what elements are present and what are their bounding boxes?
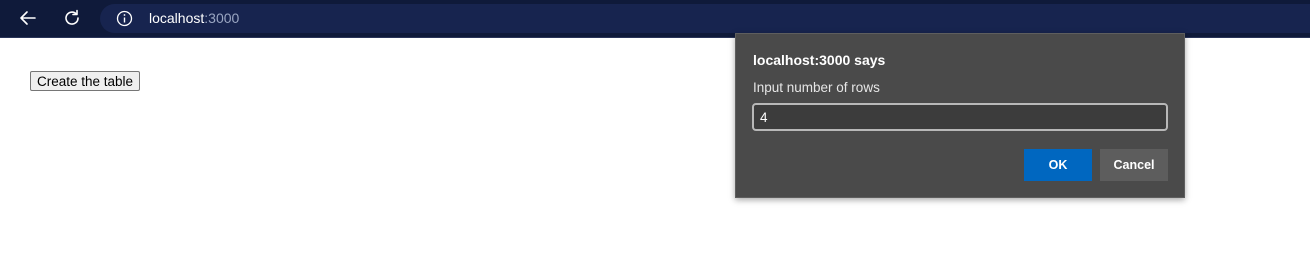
address-bar[interactable]: localhost:3000 [100, 4, 1310, 33]
ok-button[interactable]: OK [1024, 149, 1092, 181]
create-table-button[interactable]: Create the table [30, 71, 141, 91]
reload-icon [65, 9, 79, 25]
url-text[interactable]: localhost:3000 [149, 10, 239, 27]
arrow-left-icon [20, 11, 36, 25]
url-host: localhost [149, 10, 205, 26]
info-icon [116, 10, 133, 27]
url-port: :3000 [204, 10, 240, 26]
back-button[interactable] [13, 4, 43, 32]
prompt-dialog: localhost:3000 says Input number of rows… [735, 33, 1185, 198]
dialog-message: Input number of rows [753, 80, 880, 95]
site-info-button[interactable] [116, 10, 133, 27]
reload-button[interactable] [57, 4, 87, 32]
rows-input[interactable] [752, 103, 1168, 131]
cancel-button[interactable]: Cancel [1100, 149, 1168, 181]
dialog-title: localhost:3000 says [753, 52, 886, 68]
